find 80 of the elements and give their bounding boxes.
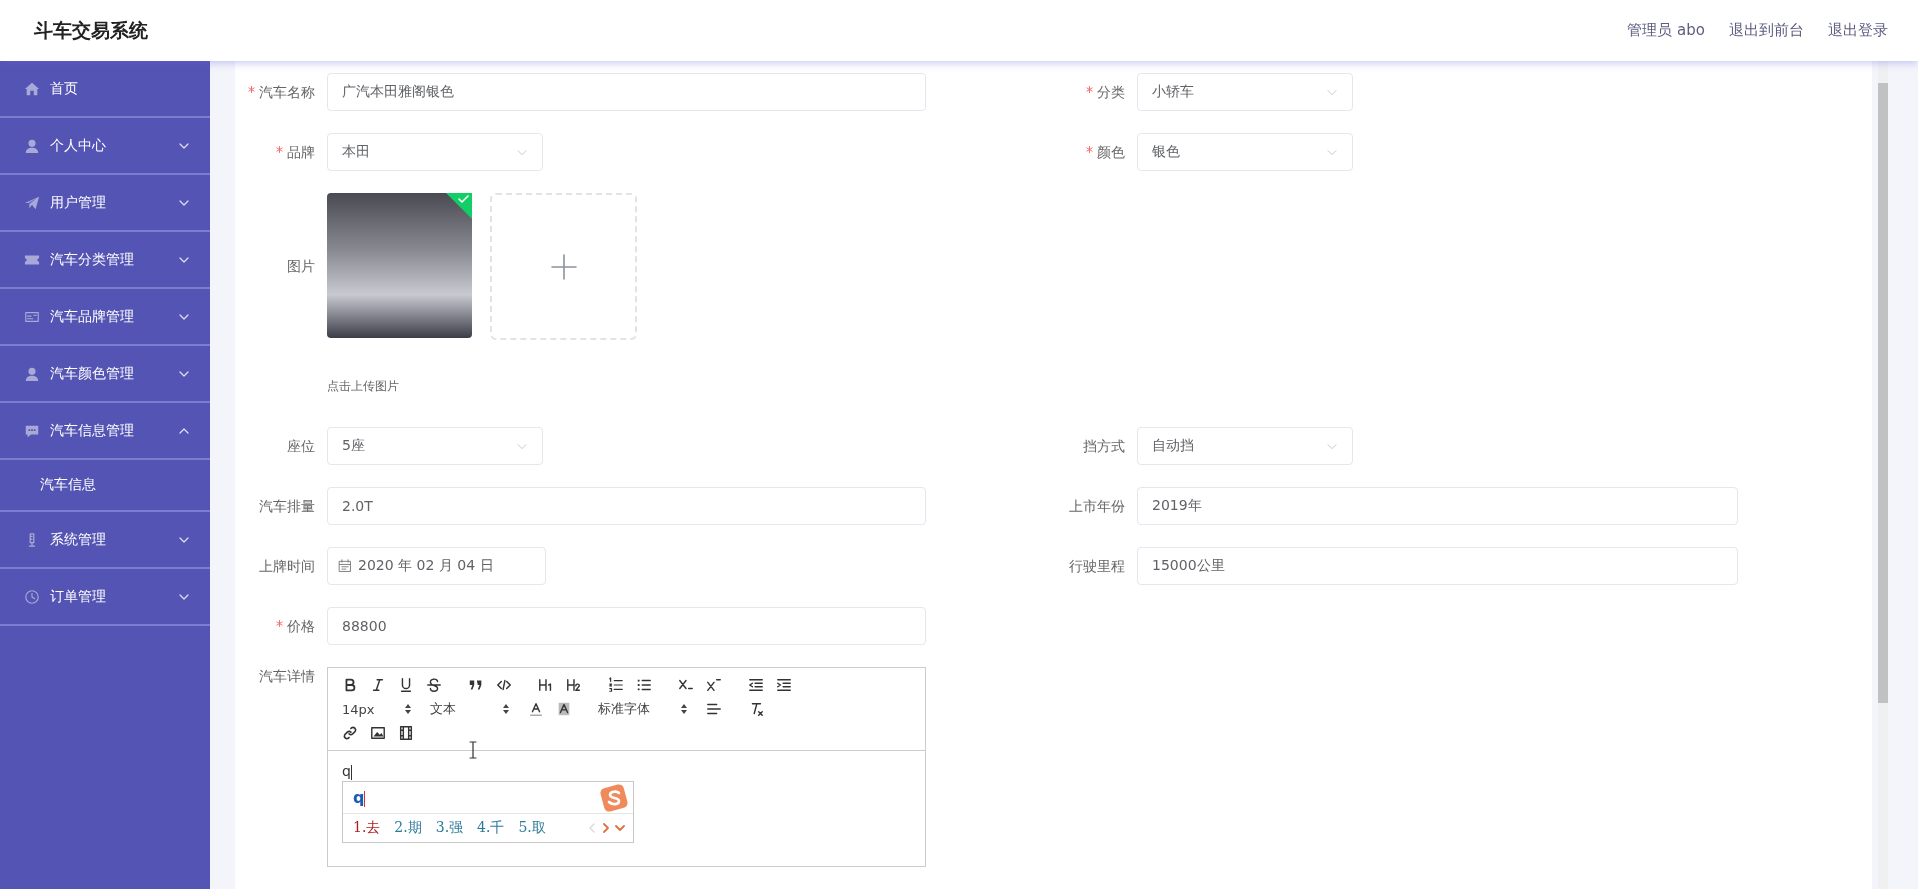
select-field[interactable]: 小轿车 (1137, 73, 1353, 111)
plus-icon (550, 253, 577, 280)
user-icon (24, 137, 40, 154)
text-color-icon[interactable] (528, 701, 544, 717)
date-field[interactable]: 2020 年 02 月 04 日 (327, 547, 546, 585)
strikethrough-icon[interactable] (426, 677, 442, 693)
input-field[interactable]: 2019年 (1137, 487, 1738, 525)
header-link[interactable]: 管理员 abo (1627, 21, 1705, 40)
field-label: 座位 (286, 437, 315, 456)
input-field[interactable]: 2.0T (327, 487, 926, 525)
sidebar-item[interactable]: 订单管理 (0, 569, 210, 626)
input-field[interactable]: 15000公里 (1137, 547, 1738, 585)
select-field[interactable]: 5座 (327, 427, 543, 465)
superscript-icon[interactable] (706, 677, 722, 693)
clock-icon (24, 588, 40, 605)
dropdown-picker[interactable]: 文本 (430, 700, 510, 718)
field-label: 汽车详情 (258, 667, 315, 685)
ime-candidate[interactable]: 2.期 (394, 819, 422, 837)
app-title: 斗车交易系统 (34, 17, 148, 43)
chevron-right-icon[interactable] (601, 822, 611, 834)
calendar-icon (338, 559, 352, 573)
paper-plane-icon (24, 194, 40, 211)
editor-text: q (342, 763, 353, 780)
sidebar-item[interactable]: 汽车颜色管理 (0, 346, 210, 403)
field-label: 上市年份 (1068, 497, 1125, 516)
underline-icon[interactable] (398, 677, 414, 693)
text-cursor-icon (468, 741, 478, 759)
sort-arrows-icon (502, 703, 510, 715)
sort-arrows-icon (404, 703, 412, 715)
code-icon[interactable] (496, 677, 512, 693)
sidebar-item[interactable]: 用户管理 (0, 175, 210, 232)
upload-hint: 点击上传图片 (327, 378, 400, 395)
sidebar-item[interactable]: 个人中心 (0, 118, 210, 175)
ime-candidate[interactable]: 5.取 (518, 819, 546, 837)
select-field[interactable]: 本田 (327, 133, 543, 171)
sidebar-item[interactable]: 系统管理 (0, 512, 210, 569)
bullet-list-icon[interactable] (636, 677, 652, 693)
field-label: 图片 (286, 257, 315, 276)
header-link[interactable]: 退出到前台 (1729, 21, 1804, 40)
select-field[interactable]: 银色 (1137, 133, 1353, 171)
sort-arrows-icon (680, 703, 688, 715)
sidebar-subitem[interactable]: 汽车信息 (0, 460, 210, 512)
highlight-color-icon[interactable] (556, 701, 572, 717)
field-label: 行驶里程 (1068, 557, 1125, 576)
field-label: 挡方式 (1082, 437, 1125, 456)
input-field[interactable]: 88800 (327, 607, 926, 645)
ordered-list-icon[interactable] (608, 677, 624, 693)
italic-icon[interactable] (370, 677, 386, 693)
scrollbar-thumb[interactable] (1878, 83, 1888, 703)
field-label: 颜色 (1045, 133, 1125, 171)
heading-2-icon[interactable] (566, 677, 582, 693)
image-icon[interactable] (370, 725, 386, 741)
sidebar-item[interactable]: 汽车品牌管理 (0, 289, 210, 346)
select-field[interactable]: 自动挡 (1137, 427, 1353, 465)
ime-input-text: q (353, 788, 366, 807)
heading-1-icon[interactable] (538, 677, 554, 693)
chevron-down-icon[interactable] (615, 822, 625, 834)
sidebar-item[interactable]: 汽车分类管理 (0, 232, 210, 289)
link-icon[interactable] (342, 725, 358, 741)
sidebar-item[interactable]: 汽车信息管理 (0, 403, 210, 460)
header-link[interactable]: 退出登录 (1828, 21, 1888, 40)
ime-candidate[interactable]: 3.强 (435, 819, 464, 837)
dropdown-picker[interactable]: 14px (342, 701, 412, 717)
field-label: 汽车名称 (235, 73, 315, 111)
field-label: 分类 (1045, 73, 1125, 111)
video-icon[interactable] (398, 725, 414, 741)
field-label: 上牌时间 (258, 557, 315, 576)
user-icon (24, 365, 40, 382)
ime-candidate[interactable]: 4.千 (477, 819, 505, 837)
field-label: 品牌 (235, 133, 315, 171)
ime-candidate[interactable]: 1.去 (353, 819, 381, 837)
dropdown-picker[interactable]: 标准字体 (598, 700, 688, 718)
field-label: 汽车排量 (258, 497, 315, 516)
align-left-icon[interactable] (706, 701, 722, 717)
field-label: 价格 (235, 607, 315, 645)
indent-icon[interactable] (776, 677, 792, 693)
home-icon (24, 80, 40, 97)
outdent-icon[interactable] (748, 677, 764, 693)
input-field[interactable]: 广汽本田雅阁银色 (327, 73, 926, 111)
sidebar-item[interactable]: 首页 (0, 61, 210, 118)
